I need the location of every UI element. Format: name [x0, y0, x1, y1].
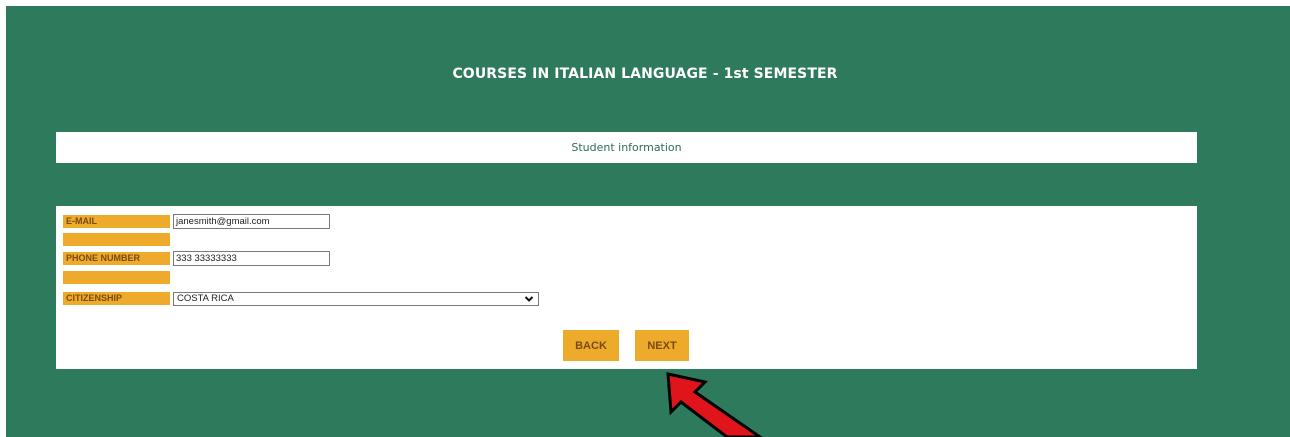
spacer-label	[63, 271, 170, 284]
spacer-label	[63, 233, 170, 246]
next-button[interactable]: NEXT	[635, 330, 689, 361]
phone-field[interactable]: 333 33333333	[173, 251, 330, 266]
email-label: E-MAIL	[63, 215, 170, 228]
section-title: Student information	[571, 141, 682, 154]
citizenship-value: COSTA RICA	[177, 293, 234, 304]
student-form: E-MAIL janesmith@gmail.com PHONE NUMBER …	[56, 206, 1197, 369]
citizenship-select[interactable]: COSTA RICA	[173, 292, 539, 306]
citizenship-label: CITIZENSHIP	[63, 292, 170, 305]
phone-label: PHONE NUMBER	[63, 252, 170, 265]
email-field[interactable]: janesmith@gmail.com	[173, 214, 330, 229]
back-button[interactable]: BACK	[563, 330, 619, 361]
chevron-down-icon	[524, 296, 534, 302]
section-header: Student information	[56, 132, 1197, 163]
page-title: COURSES IN ITALIAN LANGUAGE - 1st SEMEST…	[452, 66, 838, 82]
